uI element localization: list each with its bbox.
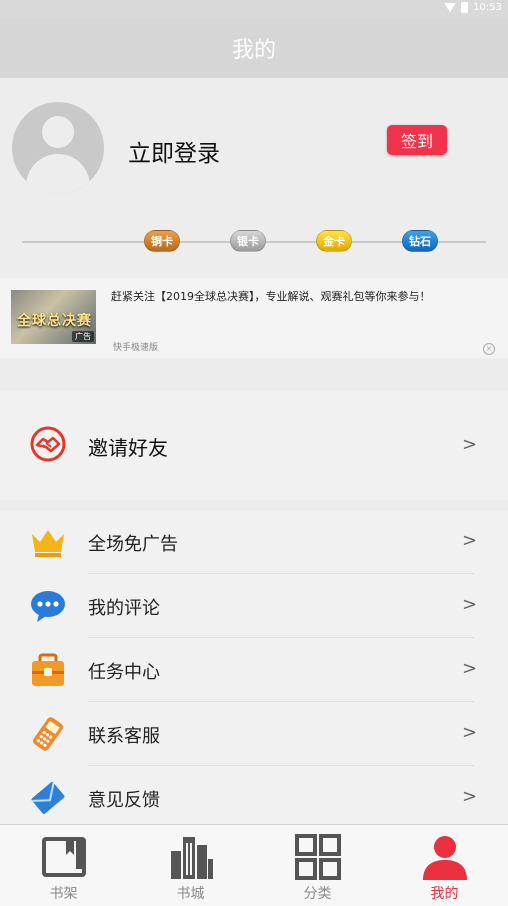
briefcase-icon [32,653,64,686]
page-title: 我的 [231,38,276,63]
bookstore-icon [171,837,213,879]
menu-item-customer-service[interactable]: 联系客服 > [0,702,508,766]
battery-icon [461,2,469,13]
phone-icon [33,717,63,751]
chevron-right-icon: > [462,722,478,743]
bottom-nav: 书架 书城 分类 我的 [0,824,508,906]
profile-icon [423,836,467,880]
login-link[interactable]: 立即登录 [128,134,220,168]
avatar[interactable] [12,102,104,194]
level-badge-silver: 银卡 [230,230,266,252]
menu-list: 全场免广告 > 我的评论 > 任务中心 > 联系客服 > 意见反馈 > [0,510,508,824]
menu-item-my-comments[interactable]: 我的评论 > [0,574,508,638]
menu-item-label: 全场免广告 [88,534,178,555]
wifi-icon [444,3,457,12]
menu-item-label: 联系客服 [88,726,160,747]
bookshelf-icon [42,837,86,877]
level-badge-copper: 铜卡 [144,230,180,252]
menu-item-label: 我的评论 [88,598,160,619]
menu-item-task-center[interactable]: 任务中心 > [0,638,508,702]
tab-label: 书城 [176,886,205,902]
ad-text[interactable]: 赶紧关注【2019全球总决赛】，专业解说、观赛礼包等你来参与！ [111,288,431,304]
profile-section: 立即登录 签到 铜卡 银卡 金卡 钻石 [0,78,508,278]
ad-banner[interactable]: 全球总决赛 广告 赶紧关注【2019全球总决赛】，专业解说、观赛礼包等你来参与！… [0,278,508,358]
level-badge-diamond: 钻石 [402,230,438,252]
invite-friends-row[interactable]: 邀请好友 > [0,390,508,500]
ad-thumbnail[interactable]: 全球总决赛 广告 [11,290,96,344]
status-icons: 10:53 [444,2,502,13]
tab-label: 书架 [49,886,78,902]
level-badge-gold: 金卡 [316,230,352,252]
chevron-right-icon: > [462,594,478,615]
chevron-right-icon: > [462,658,478,679]
ad-source: 快手极速版 [113,343,159,353]
tab-category[interactable]: 分类 [254,825,381,906]
tab-bookstore[interactable]: 书城 [127,825,254,906]
signin-button[interactable]: 签到 [387,125,447,155]
ad-thumbnail-text: 全球总决赛 [17,313,92,329]
ad-tag: 广告 [72,331,94,342]
tab-label: 分类 [303,886,332,902]
membership-levels: 铜卡 银卡 金卡 钻石 [22,228,486,254]
menu-item-label: 意见反馈 [88,790,160,811]
envelope-icon [31,782,65,814]
avatar-body [26,154,90,194]
crown-icon [32,530,64,557]
app-header: 我的 [0,18,508,78]
menu-item-no-ads[interactable]: 全场免广告 > [0,510,508,574]
handshake-icon [30,426,66,462]
menu-item-feedback[interactable]: 意见反馈 > [0,766,508,824]
ad-close-icon[interactable]: × [483,343,495,355]
chat-bubble-icon [31,591,65,622]
invite-friends-label: 邀请好友 [88,436,168,460]
status-bar: 10:53 [0,0,508,18]
tab-profile[interactable]: 我的 [381,825,508,906]
tab-bookshelf[interactable]: 书架 [0,825,127,906]
tab-label: 我的 [430,886,459,902]
chevron-right-icon: > [462,786,478,807]
category-icon [295,834,341,880]
status-time: 10:53 [473,2,502,13]
chevron-right-icon: > [462,434,478,455]
avatar-head [42,116,74,148]
chevron-right-icon: > [462,530,478,551]
menu-item-label: 任务中心 [88,662,160,683]
